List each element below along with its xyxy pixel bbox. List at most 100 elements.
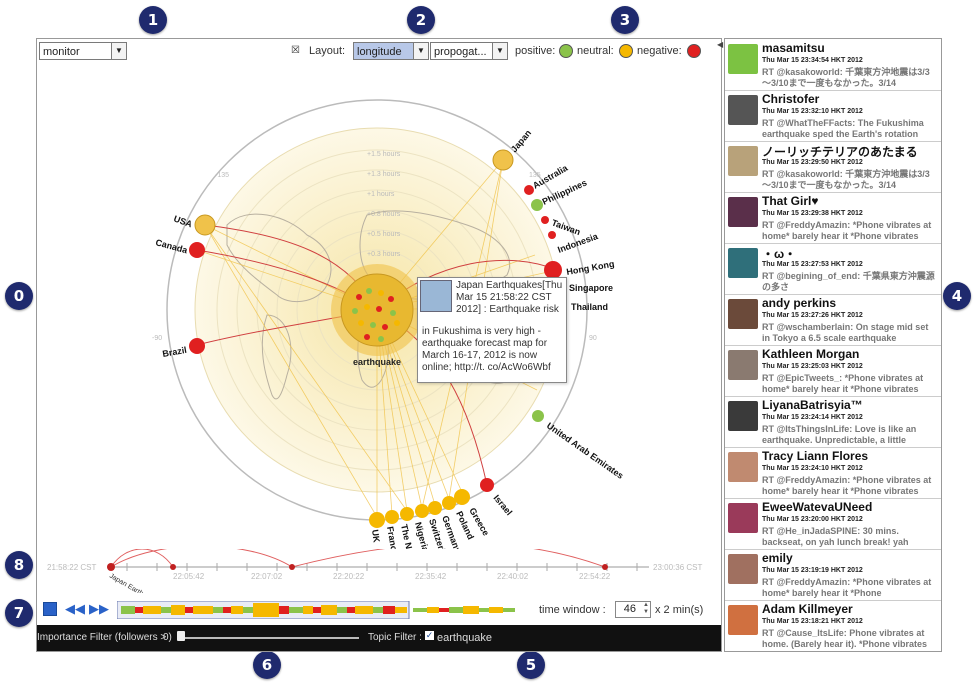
chevron-down-icon: ▼ (413, 43, 428, 59)
avatar (728, 605, 758, 635)
avatar (728, 299, 758, 329)
avatar (728, 146, 758, 176)
ring-label: +1 hours (367, 191, 395, 198)
timeline-tick-label: 22:40:02 (497, 572, 529, 581)
avatar (728, 44, 758, 74)
degree-label: 90 (589, 335, 597, 342)
tweet-author: masamitsu (762, 41, 825, 55)
country-label: Japan (509, 128, 533, 154)
tweet-time: Thu Mar 15 23:27:26 HKT 2012 (762, 312, 863, 319)
importance-slider-handle[interactable] (177, 631, 185, 641)
stepper-icon[interactable]: ▲ ▼ (643, 602, 649, 616)
timeline-arcs (110, 549, 606, 568)
tweet-time: Thu Mar 15 23:18:21 HKT 2012 (762, 618, 863, 625)
sentiment-stream[interactable] (117, 601, 527, 619)
tweet-item[interactable]: Christofer Thu Mar 15 23:32:10 HKT 2012 … (725, 90, 941, 142)
playback-controls: ◀◀ ▶▶ time window: 46 ▲ ▼ x 2 min(s) (37, 597, 721, 623)
forward-button[interactable]: ▶▶ (89, 602, 109, 616)
tweet-item[interactable]: LiyanaBatrisyia™ Thu Mar 15 23:24:14 HKT… (725, 396, 941, 448)
tweet-item[interactable]: masamitsu Thu Mar 15 23:34:54 HKT 2012 R… (725, 39, 941, 91)
tweet-author: EweeWatevaUNeed (762, 500, 873, 514)
tweet-item[interactable]: ・ω・ Thu Mar 15 23:27:53 HKT 2012 RT @beg… (725, 243, 941, 295)
timeline[interactable]: 21:58:22 CST 23:00:36 CST 22:05:42 22:07… (37, 549, 721, 593)
timeline-tick-label: 22:35:42 (415, 572, 447, 581)
timeline-tick-label: 22:20:22 (333, 572, 365, 581)
tweet-author: LiyanaBatrisyia™ (762, 398, 863, 412)
tweet-list[interactable]: masamitsu Thu Mar 15 23:34:54 HKT 2012 R… (724, 38, 942, 652)
degree-label: -135 (215, 172, 229, 179)
tweet-text: RT @He_inJadaSPINE: 30 mins. backseat, o… (762, 526, 909, 547)
tweet-time: Thu Mar 15 23:19:19 HKT 2012 (762, 567, 863, 574)
collapse-icon[interactable]: ◀ (717, 40, 723, 49)
country-label: Nigeria (413, 521, 431, 549)
avatar (728, 95, 758, 125)
propagation-map[interactable]: +1.5 hours +1.3 hours +1 hours +0.8 hour… (37, 65, 721, 549)
timeline-event-label: Japan Earthquakes (108, 573, 164, 593)
tweet-text: RT @WhatTheFFacts: The Fukushima earthqu… (762, 118, 924, 139)
monitor-select[interactable]: monitor ▼ (39, 42, 127, 60)
neutral-color-icon (619, 44, 633, 58)
tweet-item[interactable]: Adam Killmeyer Thu Mar 15 23:18:21 HKT 2… (725, 600, 941, 651)
country-label: UK (370, 529, 382, 544)
tweet-author: Kathleen Morgan (762, 347, 860, 361)
negative-label: negative: (637, 45, 682, 57)
monitor-select-value: monitor (43, 46, 80, 58)
tweet-time: Thu Mar 15 23:25:03 HKT 2012 (762, 363, 863, 370)
time-window-value: 46 (623, 603, 636, 615)
badge-5: 5 (517, 651, 545, 679)
tweet-time: Thu Mar 15 23:20:00 HKT 2012 (762, 516, 863, 523)
close-icon[interactable]: ☒ (291, 45, 300, 56)
ring-label: +1.3 hours (367, 171, 401, 178)
tweet-item[interactable]: andy perkins Thu Mar 15 23:27:26 HKT 201… (725, 294, 941, 346)
tweet-item[interactable]: ノーリッチテリアのあたまる Thu Mar 15 23:29:50 HKT 20… (725, 141, 941, 193)
tweet-item[interactable]: EweeWatevaUNeed Thu Mar 15 23:20:00 HKT … (725, 498, 941, 550)
tweet-time: Thu Mar 15 23:29:38 HKT 2012 (762, 210, 863, 217)
timeline-tick-label: 22:07:02 (251, 572, 283, 581)
topic-filter-value: earthquake (437, 632, 493, 644)
tweet-time: Thu Mar 15 23:34:54 HKT 2012 (762, 57, 863, 64)
layout-label: Layout: (309, 45, 346, 57)
time-window-label: time window : (539, 604, 606, 616)
propagation-select[interactable]: propogat... ▼ (430, 42, 508, 60)
country-label: Canada (154, 237, 189, 255)
tweet-text: RT @kasakoworld: 千葉東方沖地震は3/3～3/10まで一度もなか… (762, 67, 930, 88)
badge-7: 7 (5, 599, 33, 627)
avatar (728, 554, 758, 584)
ring-label: +0.8 hours (367, 211, 401, 218)
badge-6: 6 (253, 651, 281, 679)
map-thumbnail-icon (420, 280, 452, 312)
tweet-time: Thu Mar 15 23:24:14 HKT 2012 (762, 414, 863, 421)
topic-checkbox[interactable]: ✓ (425, 631, 434, 640)
timeline-start: 21:58:22 CST (47, 563, 96, 572)
tweet-author: Adam Killmeyer (762, 602, 853, 616)
stop-button[interactable] (43, 602, 57, 616)
country-label: Hong Kong (566, 259, 615, 277)
tweet-text: RT @kasakoworld: 千葉東方沖地震は3/3～3/10まで一度もなか… (762, 169, 930, 190)
tweet-author: emily (762, 551, 793, 565)
ring-label: +1.5 hours (367, 151, 401, 158)
tweet-item[interactable]: That Girl♥ Thu Mar 15 23:29:38 HKT 2012 … (725, 192, 941, 244)
tweet-item[interactable]: Kathleen Morgan Thu Mar 15 23:25:03 HKT … (725, 345, 941, 397)
importance-slider[interactable] (177, 637, 359, 639)
rewind-button[interactable]: ◀◀ (65, 602, 85, 616)
layout-select-value: longitude (357, 46, 402, 58)
filter-bar: Importance Filter (followers > 0) Topic … (37, 625, 721, 651)
avatar (728, 350, 758, 380)
tweet-author: andy perkins (762, 296, 837, 310)
tweet-item[interactable]: Tracy Liann Flores Thu Mar 15 23:24:10 H… (725, 447, 941, 499)
tooltip-header: Japan Earthquakes[Thu Mar 15 21:58:22 CS… (456, 280, 563, 315)
tweet-time: Thu Mar 15 23:24:10 HKT 2012 (762, 465, 863, 472)
tweet-author: ・ω・ (762, 247, 797, 261)
positive-label: positive: (515, 45, 556, 57)
avatar (728, 452, 758, 482)
badge-8: 8 (5, 551, 33, 579)
layout-select[interactable]: longitude ▼ (353, 42, 429, 60)
avatar (728, 248, 758, 278)
time-window-input[interactable]: 46 ▲ ▼ (615, 601, 651, 618)
tweet-text: RT @EpicTweets_: *Phone vibrates at home… (762, 373, 924, 394)
country-label: Thailand (571, 302, 608, 312)
badge-0: 0 (5, 282, 33, 310)
chevron-down-icon: ▼ (492, 43, 507, 59)
tweet-item[interactable]: emily Thu Mar 15 23:19:19 HKT 2012 RT @F… (725, 549, 941, 601)
tweet-author: ノーリッチテリアのあたまる (762, 145, 918, 159)
